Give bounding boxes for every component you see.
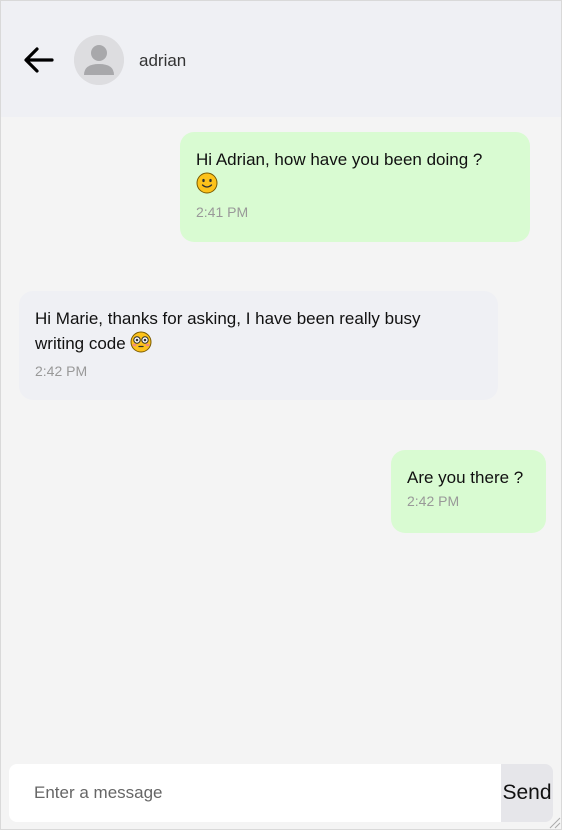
chat-header: adrian — [1, 1, 561, 117]
message-text-line: Hi Adrian, how have you been doing ? — [196, 150, 483, 169]
message-text-line: writing code — [35, 334, 126, 353]
chat-window: adrian Hi Adrian, how have you been doin… — [0, 0, 562, 830]
message-input[interactable] — [9, 764, 501, 822]
message-text: Hi Adrian, how have you been doing ? — [196, 148, 514, 201]
message-timestamp: 2:42 PM — [35, 363, 88, 379]
flushed-face-emoji — [130, 331, 152, 360]
message-text-line: Are you there ? — [407, 468, 524, 487]
contact-name: adrian — [139, 51, 187, 70]
user-avatar-icon — [74, 35, 124, 85]
back-button[interactable] — [21, 42, 57, 78]
avatar[interactable] — [74, 35, 124, 85]
resize-grip-icon[interactable] — [545, 813, 561, 829]
message-bubble-sent: Are you there ? 2:42 PM — [391, 450, 546, 533]
message-text-line: Hi Marie, thanks for asking, I have been… — [35, 309, 421, 328]
message-bubble-received: Hi Marie, thanks for asking, I have been… — [19, 291, 498, 400]
message-bubble-sent: Hi Adrian, how have you been doing ? 2:4… — [180, 132, 530, 242]
message-text: Hi Marie, thanks for asking, I have been… — [35, 307, 482, 360]
slightly-smiling-face-emoji — [196, 172, 218, 201]
arrow-left-icon — [24, 47, 54, 73]
message-timestamp: 2:41 PM — [196, 204, 249, 220]
message-text: Are you there ? — [407, 466, 530, 490]
message-timestamp: 2:42 PM — [407, 493, 460, 509]
